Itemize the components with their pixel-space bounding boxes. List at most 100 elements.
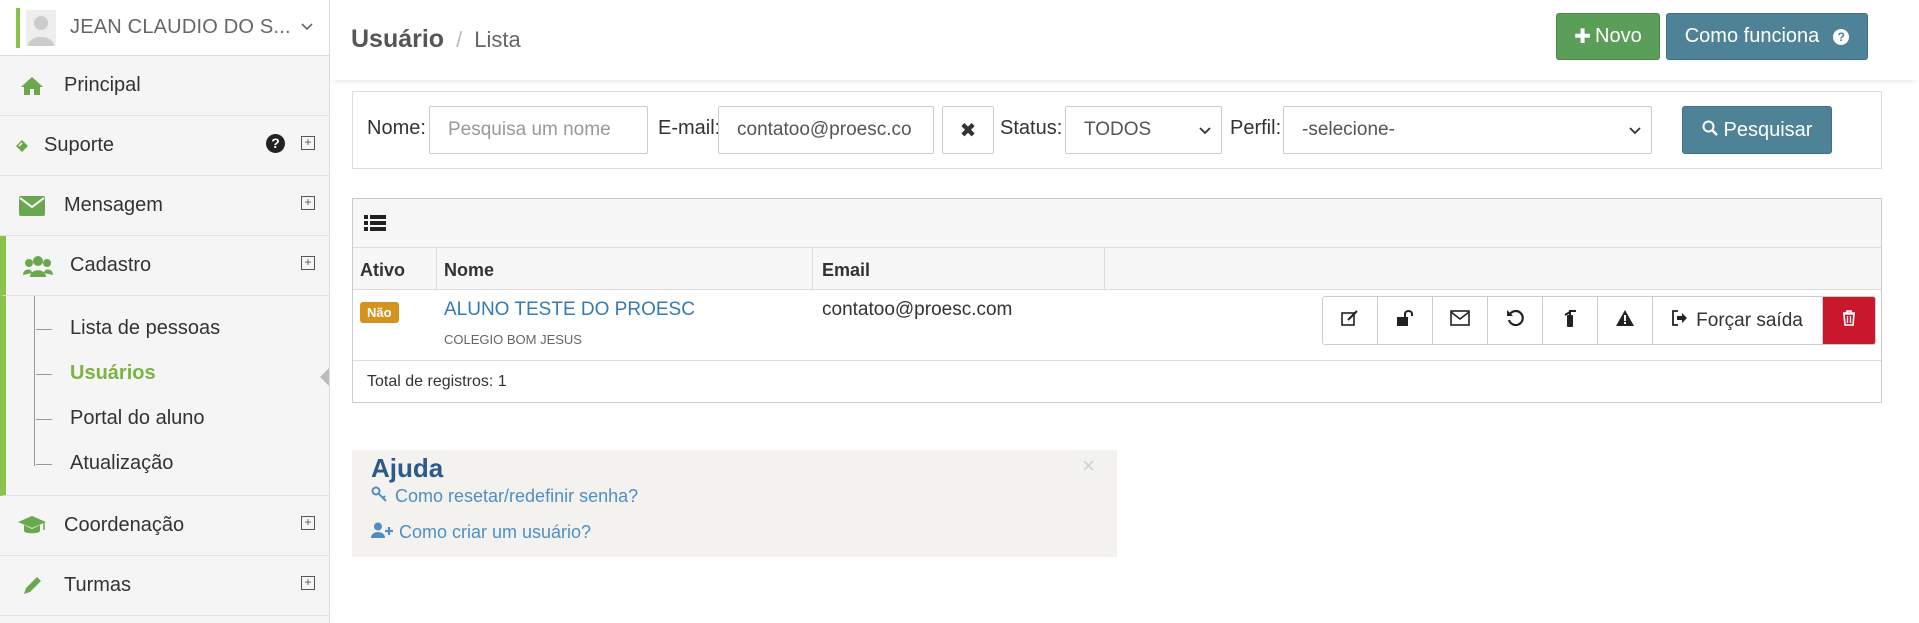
envelope-icon	[0, 195, 64, 216]
user-email: contatoo@proesc.com	[822, 299, 1013, 320]
table-panel-header	[353, 199, 1881, 248]
breadcrumb: Usuário / Lista	[351, 25, 521, 54]
sidebar-item-label: Coordenação	[64, 514, 185, 536]
filter-panel: Nome: Pesquisa um nome E-mail: contatoo@…	[352, 91, 1882, 169]
how-it-works-button[interactable]: Como funciona ?	[1666, 13, 1868, 60]
sidebar-item-label: Cadastro	[70, 254, 152, 276]
search-button-label: Pesquisar	[1723, 118, 1813, 141]
help-box: Ajuda × Como resetar/redefinir senha? Co…	[352, 450, 1117, 557]
total-records: Total de registros: 1	[367, 373, 507, 390]
question-circle-icon[interactable]: ?	[266, 134, 285, 153]
row-actions: Forçar saída	[1322, 296, 1876, 345]
status-select[interactable]: TODOS	[1065, 106, 1222, 154]
users-table-panel: Ativo Nome Email Não ALUNO TESTE DO PROE…	[352, 198, 1882, 403]
plus-icon: ✚	[1574, 26, 1592, 48]
user-name-link[interactable]: ALUNO TESTE DO PROESC	[444, 299, 695, 321]
new-user-button[interactable]: ✚ Novo	[1556, 13, 1660, 60]
sidebar-item-turmas[interactable]: Turmas +	[0, 556, 329, 616]
accent-bar	[16, 8, 20, 48]
sidebar-item-label: Mensagem	[64, 194, 163, 216]
search-button[interactable]: Pesquisar	[1682, 106, 1832, 154]
table-header: Ativo Nome Email	[353, 248, 1881, 290]
email-label: E-mail:	[658, 117, 721, 139]
table-row: Não ALUNO TESTE DO PROESC COLEGIO BOM JE…	[353, 290, 1881, 361]
chevron-down-icon	[1199, 122, 1211, 138]
column-header-ativo: Ativo	[360, 260, 405, 280]
edit-icon	[1341, 309, 1359, 332]
sidebar-item-label: Suporte	[44, 134, 115, 156]
key-icon	[371, 486, 395, 507]
user-school: COLEGIO BOM JESUS	[444, 332, 582, 347]
nome-label: Nome:	[367, 117, 426, 139]
question-circle-icon: ?	[1833, 28, 1850, 45]
pencil-icon	[0, 575, 64, 597]
status-label: Status:	[1000, 117, 1063, 139]
sign-out-icon	[1672, 309, 1688, 332]
column-header-email: Email	[822, 260, 871, 280]
user-menu[interactable]: JEAN CLAUDIO DO S...	[0, 0, 329, 56]
email-input[interactable]: contatoo@proesc.co	[718, 106, 934, 154]
envelope-icon	[1450, 310, 1470, 331]
status-badge: Não	[360, 302, 399, 323]
expand-icon[interactable]: +	[301, 136, 315, 150]
warning-button[interactable]	[1598, 297, 1653, 344]
expand-icon[interactable]: +	[301, 576, 315, 590]
perfil-select-value: -selecione-	[1302, 119, 1395, 140]
delete-button[interactable]	[1823, 297, 1875, 344]
new-button-label: Novo	[1595, 25, 1642, 47]
sidebar-subitem-portal-aluno[interactable]: Portal do aluno	[36, 407, 205, 430]
unlock-icon	[1396, 309, 1414, 332]
edit-button[interactable]	[1323, 297, 1378, 344]
user-plus-icon	[371, 522, 399, 543]
extinguisher-button[interactable]	[1543, 297, 1598, 344]
send-email-button[interactable]	[1433, 297, 1488, 344]
fire-extinguisher-icon	[1562, 309, 1578, 332]
help-link-reset-password[interactable]: Como resetar/redefinir senha?	[371, 486, 638, 507]
list-icon	[364, 214, 386, 237]
how-it-works-label: Como funciona	[1684, 25, 1820, 47]
nome-input[interactable]: Pesquisa um nome	[429, 106, 648, 154]
top-bar: Usuário / Lista ✚ Novo Como funciona ?	[330, 0, 1919, 80]
breadcrumb-section[interactable]: Usuário	[351, 25, 444, 53]
sidebar-item-mensagem[interactable]: Mensagem +	[0, 176, 329, 236]
users-icon	[6, 255, 70, 277]
close-icon: ✖	[959, 119, 977, 142]
sidebar: JEAN CLAUDIO DO S... Principal Suporte ?…	[0, 0, 330, 623]
column-header-nome: Nome	[444, 260, 495, 280]
sidebar-subitem-atualizacao[interactable]: Atualização	[35, 452, 173, 475]
sidebar-item-suporte[interactable]: Suporte ? +	[0, 116, 329, 176]
status-select-value: TODOS	[1084, 119, 1152, 140]
unlock-button[interactable]	[1378, 297, 1433, 344]
reset-button[interactable]	[1488, 297, 1543, 344]
perfil-select[interactable]: -selecione-	[1283, 106, 1652, 154]
search-icon	[1702, 119, 1718, 142]
help-link-label: Como criar um usuário?	[399, 522, 592, 542]
force-logout-label: Forçar saída	[1696, 309, 1803, 331]
sidebar-item-coordenacao[interactable]: Coordenação +	[0, 496, 329, 556]
collapse-sidebar-handle[interactable]	[320, 368, 329, 386]
chevron-down-icon[interactable]	[301, 18, 313, 34]
help-link-create-user[interactable]: Como criar um usuário?	[371, 522, 591, 543]
sidebar-subitem-lista-pessoas[interactable]: Lista de pessoas	[35, 317, 220, 340]
expand-icon[interactable]: +	[301, 196, 315, 210]
expand-icon[interactable]: +	[301, 256, 315, 270]
close-icon[interactable]: ×	[1082, 453, 1095, 479]
sidebar-item-label: Turmas	[64, 574, 132, 596]
clear-email-button[interactable]: ✖	[942, 106, 994, 154]
app-root: JEAN CLAUDIO DO S... Principal Suporte ?…	[0, 0, 1919, 623]
help-link-label: Como resetar/redefinir senha?	[395, 486, 639, 506]
warning-icon	[1615, 309, 1635, 332]
graduation-cap-icon	[0, 515, 64, 537]
expand-icon[interactable]: +	[301, 516, 315, 530]
force-logout-button[interactable]: Forçar saída	[1653, 297, 1823, 344]
main-content: Usuário / Lista ✚ Novo Como funciona ? Nom…	[330, 0, 1919, 623]
undo-icon	[1506, 309, 1524, 332]
ticket-icon	[0, 137, 44, 155]
sidebar-item-principal[interactable]: Principal	[0, 56, 329, 116]
tree-line	[34, 296, 35, 466]
user-name: JEAN CLAUDIO DO S...	[70, 16, 291, 38]
breadcrumb-separator: /	[456, 27, 463, 52]
avatar-icon	[26, 9, 56, 46]
sidebar-item-cadastro[interactable]: Cadastro +	[0, 236, 329, 296]
sidebar-subitem-usuarios[interactable]: Usuários	[36, 362, 156, 385]
